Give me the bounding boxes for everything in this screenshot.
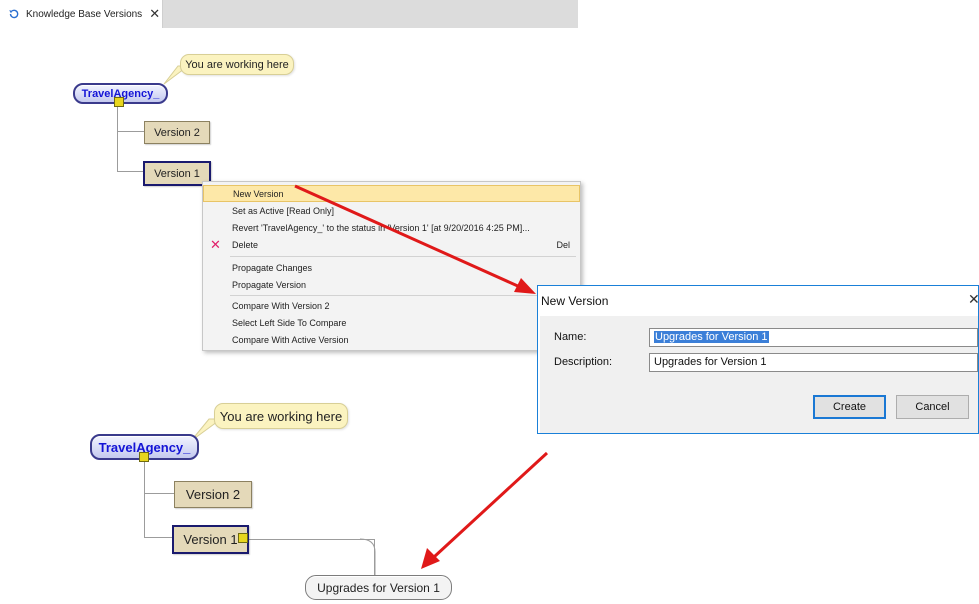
- version-2-node[interactable]: Version 2: [144, 121, 210, 144]
- menu-item-label: Propagate Changes: [232, 262, 313, 273]
- menu-item-delete[interactable]: ✕ Delete Del: [203, 236, 580, 253]
- version-2-node[interactable]: Version 2: [174, 481, 252, 508]
- name-field[interactable]: Upgrades for Version 1: [649, 328, 978, 347]
- create-button-label: Create: [832, 401, 867, 413]
- menu-item-set-active[interactable]: Set as Active [Read Only]: [203, 202, 580, 219]
- menu-item-select-left-side[interactable]: Select Left Side To Compare: [203, 314, 580, 331]
- tree-connector: [144, 537, 172, 538]
- dialog-body: Name: Upgrades for Version 1 Description…: [540, 316, 978, 433]
- version-label: Version 2: [185, 487, 241, 502]
- new-version-dialog: New Version ✕ Name: Upgrades for Version…: [537, 285, 979, 434]
- description-field[interactable]: Upgrades for Version 1: [649, 353, 978, 372]
- bubble-text: You are working here: [219, 408, 343, 424]
- menu-item-label: Delete: [232, 239, 259, 250]
- tab-close-icon[interactable]: ✕: [149, 6, 160, 22]
- tree-connector: [117, 131, 144, 132]
- tree-connector: [117, 171, 144, 172]
- menu-item-label: Propagate Version: [232, 279, 307, 290]
- version-label: Version 2: [154, 126, 200, 139]
- history-icon: [8, 8, 20, 20]
- bubble-text: You are working here: [185, 58, 289, 71]
- menu-item-compare-version-2[interactable]: Compare With Version 2: [203, 297, 580, 314]
- arrow-to-new-node: [421, 451, 549, 569]
- tab-knowledge-base-versions[interactable]: Knowledge Base Versions ✕: [0, 0, 163, 28]
- tab-title: Knowledge Base Versions: [26, 8, 143, 20]
- menu-item-propagate-version[interactable]: Propagate Version: [203, 276, 580, 293]
- menu-item-label: Compare With Active Version: [232, 334, 349, 345]
- node-anchor-icon: [139, 452, 149, 462]
- node-anchor-icon: [238, 533, 248, 543]
- menu-item-revert[interactable]: Revert 'TravelAgency_' to the status in …: [203, 219, 580, 236]
- tree-connector: [144, 493, 174, 494]
- tree-connector-curve: [360, 538, 376, 578]
- delete-x-icon: ✕: [210, 236, 221, 252]
- new-version-label: Upgrades for Version 1: [317, 580, 440, 595]
- cancel-button[interactable]: Cancel: [896, 395, 969, 419]
- node-anchor-icon: [114, 97, 124, 107]
- version-label: Version 1: [183, 532, 238, 547]
- description-field-value: Upgrades for Version 1: [654, 356, 767, 368]
- dialog-title: New Version: [541, 294, 609, 308]
- context-menu: New Version Set as Active [Read Only] Re…: [202, 181, 581, 351]
- working-here-bubble: You are working here: [214, 403, 348, 429]
- menu-item-label: Select Left Side To Compare: [232, 317, 347, 328]
- menu-item-compare-active[interactable]: Compare With Active Version: [203, 331, 580, 348]
- menu-item-label: Set as Active [Read Only]: [232, 205, 335, 216]
- menu-separator: [230, 295, 576, 296]
- description-label: Description:: [554, 356, 613, 368]
- new-version-node[interactable]: Upgrades for Version 1: [305, 575, 452, 600]
- menu-item-label: Revert 'TravelAgency_' to the status in …: [232, 222, 530, 233]
- menu-separator: [230, 256, 576, 257]
- name-label: Name:: [554, 331, 587, 343]
- menu-item-label: Compare With Version 2: [232, 300, 330, 311]
- tree-connector: [144, 456, 145, 537]
- menu-item-propagate-changes[interactable]: Propagate Changes: [203, 259, 580, 276]
- tree-connector: [117, 100, 118, 171]
- menu-item-new-version[interactable]: New Version: [203, 185, 580, 202]
- menu-item-shortcut: Del: [556, 239, 570, 250]
- create-button[interactable]: Create: [813, 395, 886, 419]
- version-1-node[interactable]: Version 1: [143, 161, 211, 186]
- menu-item-label: New Version: [233, 188, 284, 199]
- tree-connector: [248, 539, 374, 540]
- dialog-close-icon[interactable]: ✕: [968, 291, 979, 308]
- version-label: Version 1: [154, 167, 200, 180]
- cancel-button-label: Cancel: [915, 401, 950, 413]
- working-here-bubble: You are working here: [180, 54, 294, 75]
- name-field-value: Upgrades for Version 1: [654, 331, 769, 343]
